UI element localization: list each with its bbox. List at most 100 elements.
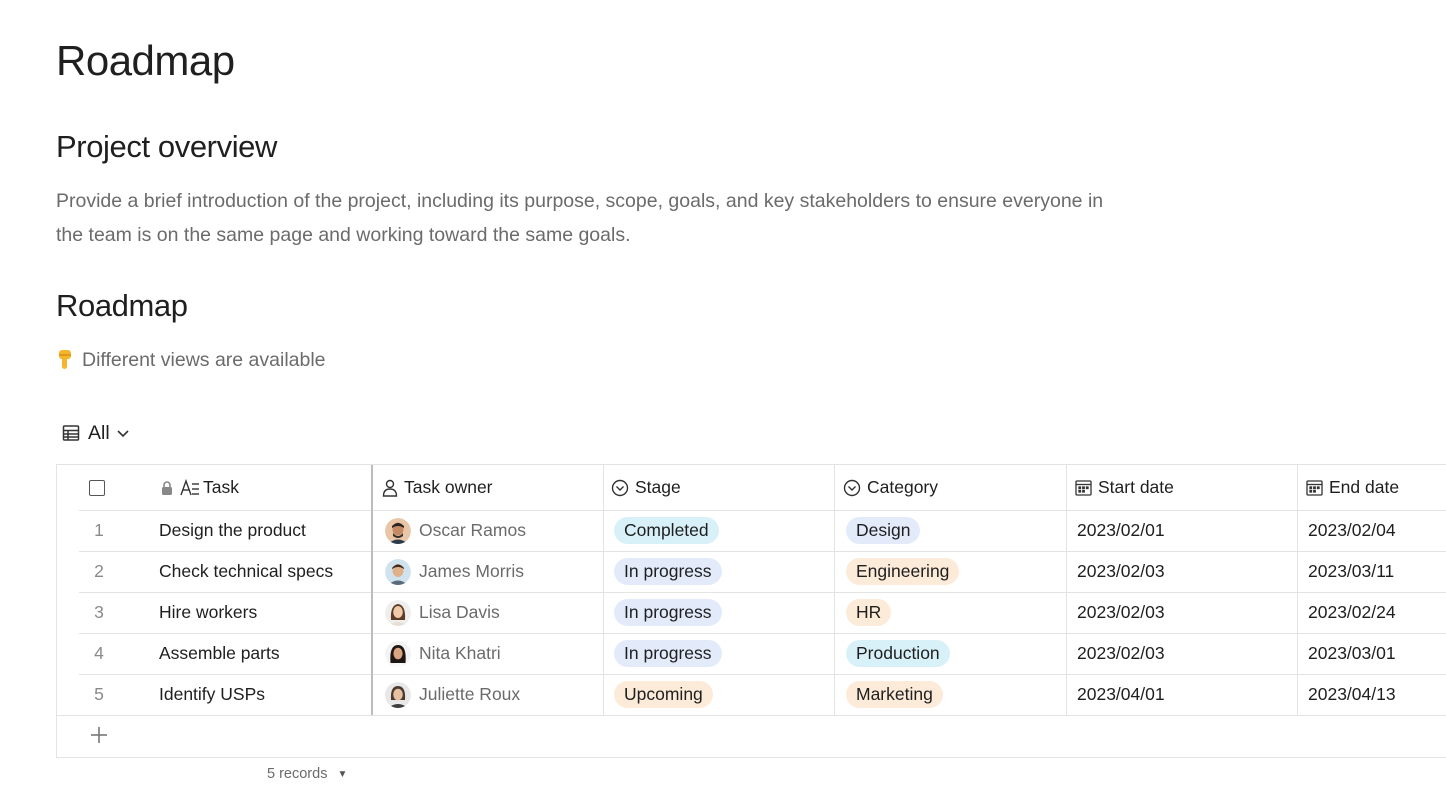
row-number: 4 xyxy=(94,643,104,663)
avatar xyxy=(385,681,411,708)
end-date-cell[interactable]: 2023/02/24 xyxy=(1308,592,1446,633)
column-header-start-date[interactable]: Start date xyxy=(1075,465,1295,510)
column-label-stage: Stage xyxy=(635,477,681,497)
text-icon xyxy=(180,478,200,497)
stage-badge: Completed xyxy=(614,517,719,544)
column-label-task-owner: Task owner xyxy=(404,477,493,497)
column-divider xyxy=(371,465,373,715)
avatar xyxy=(385,517,411,544)
column-label-start-date: Start date xyxy=(1098,477,1174,497)
column-divider xyxy=(1297,465,1298,715)
table-row[interactable]: 2 Check technical specs James Morris In … xyxy=(57,551,1446,593)
category-cell[interactable]: Design xyxy=(846,510,1066,551)
column-header-stage[interactable]: Stage xyxy=(611,465,831,510)
views-hint: Different views are available xyxy=(56,344,326,376)
roadmap-heading: Roadmap xyxy=(56,288,188,323)
category-badge: HR xyxy=(846,599,892,626)
table-row[interactable]: 5 Identify USPs Juliette Roux Upcoming M… xyxy=(57,674,1446,716)
task-cell[interactable]: Hire workers xyxy=(159,592,369,633)
overview-heading: Project overview xyxy=(56,129,278,164)
row-number: 2 xyxy=(94,561,104,581)
column-header-task[interactable]: Task xyxy=(160,465,370,510)
select-icon xyxy=(843,479,861,497)
select-icon xyxy=(611,479,629,497)
avatar xyxy=(385,558,411,585)
task-owner-cell[interactable]: Lisa Davis xyxy=(385,592,605,633)
category-badge: Engineering xyxy=(846,558,960,585)
table-header-row: Task Task owner Stage Category Start dat… xyxy=(57,465,1446,511)
view-selector[interactable]: All xyxy=(62,419,130,447)
end-date-cell[interactable]: 2023/03/11 xyxy=(1308,551,1446,592)
overview-text: Provide a brief introduction of the proj… xyxy=(56,190,1104,246)
page: Roadmap Project overview Provide a brief… xyxy=(0,0,1446,800)
row-gutter xyxy=(57,510,79,715)
select-all-checkbox[interactable] xyxy=(89,465,105,510)
end-date-cell[interactable]: 2023/04/13 xyxy=(1308,674,1446,715)
view-selector-label: All xyxy=(88,421,110,444)
table-row[interactable]: 4 Assemble parts Nita Khatri In progress… xyxy=(57,633,1446,675)
start-date-cell[interactable]: 2023/02/03 xyxy=(1077,551,1297,592)
end-date-cell[interactable]: 2023/03/01 xyxy=(1308,633,1446,674)
records-count[interactable]: 5 records ▼ xyxy=(267,766,347,782)
table-row[interactable]: 1 Design the product Oscar Ramos Complet… xyxy=(57,510,1446,552)
owner-name: Nita Khatri xyxy=(419,643,501,663)
add-row-area xyxy=(57,715,1446,756)
avatar xyxy=(385,640,411,667)
start-date-cell[interactable]: 2023/02/03 xyxy=(1077,633,1297,674)
stage-badge: Upcoming xyxy=(614,681,713,708)
pointing-down-hand-icon xyxy=(56,349,74,371)
column-label-category: Category xyxy=(867,477,939,497)
task-cell[interactable]: Design the product xyxy=(159,510,369,551)
end-date-cell[interactable]: 2023/02/04 xyxy=(1308,510,1446,551)
category-badge: Marketing xyxy=(846,681,943,708)
column-header-task-owner[interactable]: Task owner xyxy=(382,465,602,510)
column-divider xyxy=(834,465,835,715)
stage-cell[interactable]: In progress xyxy=(614,551,834,592)
caret-down-icon: ▼ xyxy=(337,768,348,780)
task-cell[interactable]: Assemble parts xyxy=(159,633,369,674)
person-icon xyxy=(382,479,398,497)
column-divider xyxy=(603,465,604,715)
add-row-button[interactable] xyxy=(90,726,108,744)
owner-name: Lisa Davis xyxy=(419,602,500,622)
category-cell[interactable]: Engineering xyxy=(846,551,1066,592)
avatar xyxy=(385,599,411,626)
start-date-cell[interactable]: 2023/02/03 xyxy=(1077,592,1297,633)
task-cell[interactable]: Check technical specs xyxy=(159,551,369,592)
stage-cell[interactable]: Upcoming xyxy=(614,674,834,715)
category-cell[interactable]: HR xyxy=(846,592,1066,633)
stage-badge: In progress xyxy=(614,558,722,585)
stage-cell[interactable]: In progress xyxy=(614,633,834,674)
start-date-cell[interactable]: 2023/02/01 xyxy=(1077,510,1297,551)
views-hint-text: Different views are available xyxy=(82,349,326,371)
column-label-task: Task xyxy=(203,477,239,497)
category-badge: Design xyxy=(846,517,921,544)
task-owner-cell[interactable]: Juliette Roux xyxy=(385,674,605,715)
table-icon xyxy=(62,424,80,442)
owner-name: Oscar Ramos xyxy=(419,520,526,540)
row-number: 1 xyxy=(94,520,104,540)
task-owner-cell[interactable]: James Morris xyxy=(385,551,605,592)
stage-cell[interactable]: In progress xyxy=(614,592,834,633)
start-date-cell[interactable]: 2023/04/01 xyxy=(1077,674,1297,715)
category-cell[interactable]: Production xyxy=(846,633,1066,674)
stage-cell[interactable]: Completed xyxy=(614,510,834,551)
row-number: 5 xyxy=(94,684,104,704)
column-divider xyxy=(1066,465,1067,715)
task-owner-cell[interactable]: Nita Khatri xyxy=(385,633,605,674)
records-count-label: 5 records xyxy=(267,766,328,782)
task-cell[interactable]: Identify USPs xyxy=(159,674,369,715)
task-owner-cell[interactable]: Oscar Ramos xyxy=(385,510,605,551)
category-badge: Production xyxy=(846,640,950,667)
column-header-end-date[interactable]: End date xyxy=(1306,465,1446,510)
category-cell[interactable]: Marketing xyxy=(846,674,1066,715)
row-number: 3 xyxy=(94,602,104,622)
stage-badge: In progress xyxy=(614,599,722,626)
stage-badge: In progress xyxy=(614,640,722,667)
page-title: Roadmap xyxy=(56,37,235,84)
column-label-end-date: End date xyxy=(1329,477,1400,497)
column-header-category[interactable]: Category xyxy=(843,465,1063,510)
owner-name: James Morris xyxy=(419,561,525,581)
table-row[interactable]: 3 Hire workers Lisa Davis In progress HR… xyxy=(57,592,1446,634)
chevron-down-icon xyxy=(116,428,130,438)
